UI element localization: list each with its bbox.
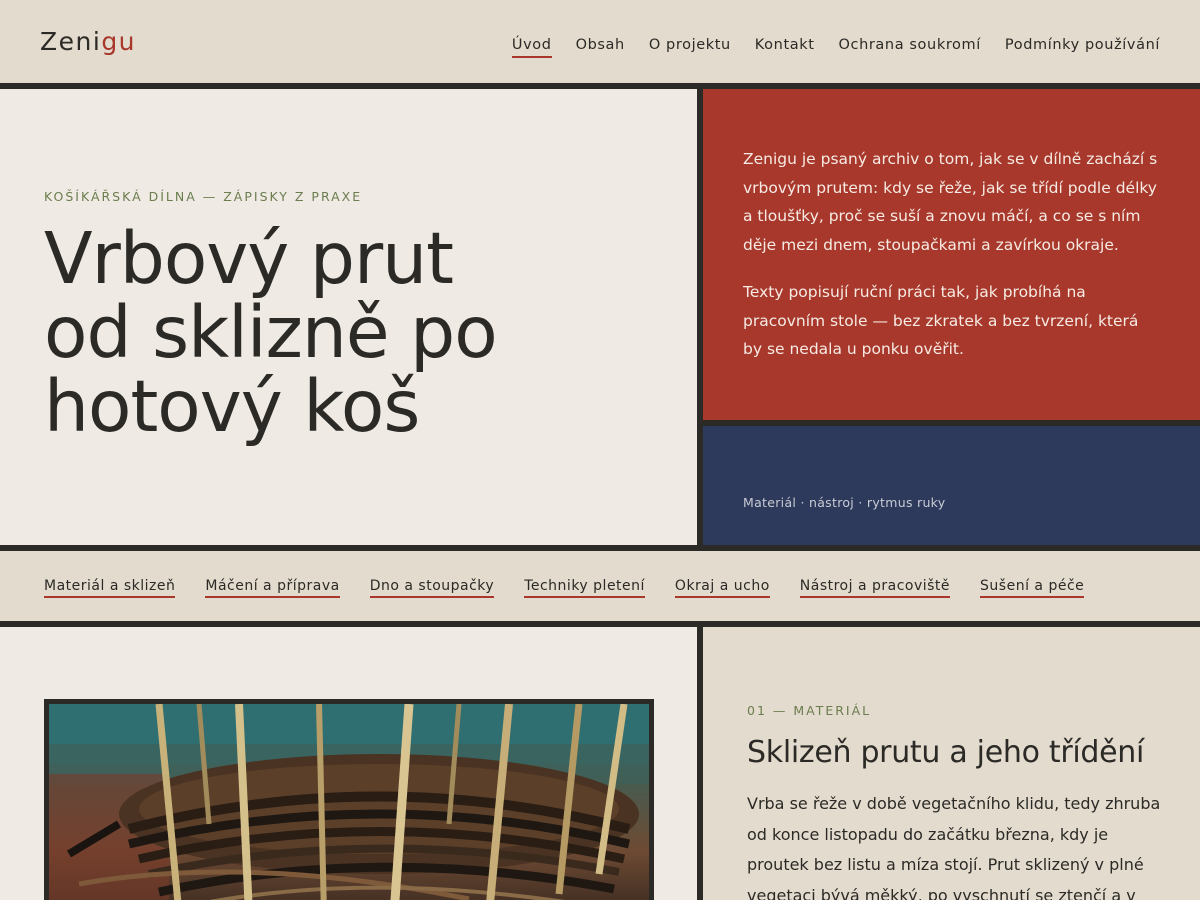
nav-ochrana-soukromi[interactable]: Ochrana soukromí: [839, 37, 981, 58]
hero-title: Vrbový prut od sklizně po hotový koš: [44, 222, 644, 444]
caption-text: Materiál · nástroj · rytmus ruky: [743, 495, 946, 510]
topic-link-maceni[interactable]: Máčení a příprava: [205, 578, 340, 598]
site-header: Zenigu Úvod Obsah O projektu Kontakt Och…: [0, 0, 1200, 83]
hero-title-line: hotový koš: [44, 365, 420, 448]
main-nav: Úvod Obsah O projektu Kontakt Ochrana so…: [511, 37, 1160, 58]
topic-nav: Materiál a sklizeň Máčení a příprava Dno…: [0, 551, 1200, 621]
topic-link-okraj[interactable]: Okraj a ucho: [674, 578, 770, 598]
hero-section: KOŠÍKÁŘSKÁ DÍLNA — ZÁPISKY Z PRAXE Vrbov…: [0, 89, 697, 545]
nav-o-projektu[interactable]: O projektu: [649, 37, 731, 58]
photo-section: [0, 627, 697, 900]
hero-title-line: od sklizně po: [44, 291, 498, 374]
nav-kontakt[interactable]: Kontakt: [755, 37, 815, 58]
basket-image: [49, 704, 649, 900]
hero-eyebrow: KOŠÍKÁŘSKÁ DÍLNA — ZÁPISKY Z PRAXE: [44, 189, 363, 204]
nav-obsah[interactable]: Obsah: [576, 37, 625, 58]
intro-panel: Zenigu je psaný archiv o tom, jak se v d…: [703, 89, 1200, 420]
topic-link-material[interactable]: Materiál a sklizeň: [44, 578, 176, 598]
topic-link-dno[interactable]: Dno a stoupačky: [369, 578, 495, 598]
intro-paragraph: Texty popisují ruční práci tak, jak prob…: [743, 283, 1139, 358]
hero-title-line: Vrbový prut: [44, 217, 454, 300]
basket-photo: [44, 699, 654, 900]
basket-illustration: [49, 704, 649, 900]
article-intro: 01 — MATERIÁL Sklizeň prutu a jeho třídě…: [703, 627, 1200, 900]
topic-link-techniky[interactable]: Techniky pletení: [524, 578, 645, 598]
section-eyebrow: 01 — MATERIÁL: [747, 703, 872, 718]
section-title: Sklizeň prutu a jeho třídění: [747, 735, 1145, 770]
nav-uvod[interactable]: Úvod: [511, 37, 552, 58]
nav-podminky-pouzivani[interactable]: Podmínky používání: [1005, 37, 1160, 58]
section-body: Vrba se řeže v době vegetačního klidu, t…: [747, 794, 1161, 900]
caption-panel: Materiál · nástroj · rytmus ruky: [703, 426, 1200, 545]
topic-link-nastroj[interactable]: Nástroj a pracoviště: [799, 578, 951, 598]
intro-paragraph: Zenigu je psaný archiv o tom, jak se v d…: [743, 150, 1158, 254]
topic-link-suseni[interactable]: Sušení a péče: [980, 578, 1085, 598]
logo-accent: gu: [101, 27, 137, 56]
logo-main: Zeni: [40, 27, 102, 56]
site-logo[interactable]: Zenigu: [40, 27, 136, 56]
